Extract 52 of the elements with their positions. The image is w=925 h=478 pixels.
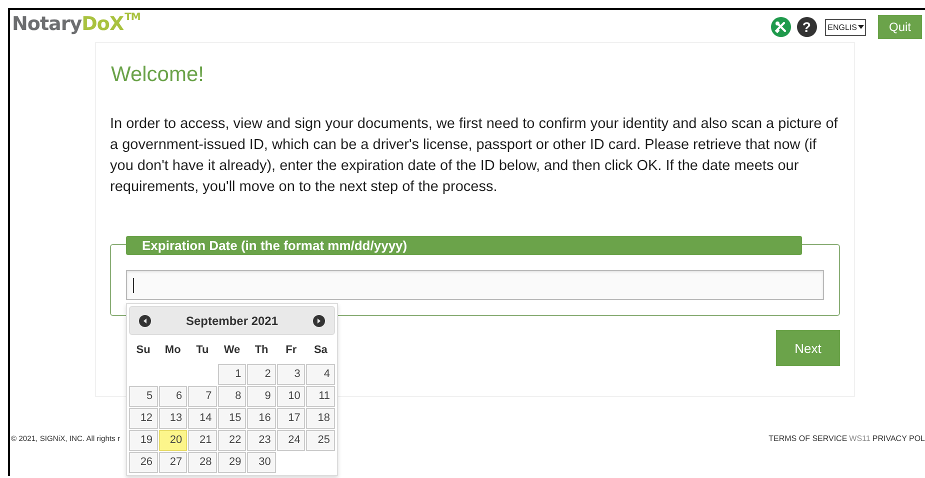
day-cell[interactable]: 21	[188, 430, 217, 451]
day-cell[interactable]: 2	[247, 364, 276, 385]
day-cell[interactable]: 1	[218, 364, 246, 385]
day-cell[interactable]: 19	[129, 430, 158, 451]
month-title: September 2021	[186, 314, 278, 328]
day-cell[interactable]: 5	[129, 386, 158, 407]
version-text: WS11	[849, 434, 870, 443]
day-cell[interactable]: 3	[276, 364, 306, 385]
field-legend: Expiration Date (in the format mm/dd/yyyy)	[126, 236, 802, 255]
weekday-label: Mo	[164, 343, 182, 358]
language-select[interactable]: ENGLIS	[824, 18, 866, 36]
next-month-icon[interactable]	[313, 314, 325, 326]
day-cell[interactable]: 25	[306, 430, 335, 451]
day-cell[interactable]: 30	[247, 452, 276, 473]
terms-link[interactable]: TERMS OF SERVICE	[768, 434, 848, 443]
day-cell[interactable]: 17	[276, 408, 306, 429]
weekday-label: Sa	[312, 343, 328, 358]
day-cell[interactable]: 27	[158, 452, 188, 473]
day-cell[interactable]: 28	[188, 452, 217, 473]
instructions-text: In order to access, view and sign your documents, we first need to confirm your identity and also scan a picture of a government-issued ID, which can be a driver's license, passport or other ID card. Please retrieve that now (if you don't have it already), enter the expiration date of the ID below, and then click OK. If the date meets our requirements, you'll move on to the next step of the process.	[110, 115, 839, 197]
privacy-link[interactable]: PRIVACY POL	[872, 434, 925, 443]
weekday-label: Th	[254, 343, 270, 358]
day-cell[interactable]: 20	[158, 430, 188, 451]
day-cell[interactable]: 11	[306, 386, 335, 407]
help-button[interactable]: ?	[796, 17, 817, 37]
day-cell[interactable]: 22	[218, 430, 246, 451]
day-cell[interactable]: 29	[218, 452, 246, 473]
tools-icon[interactable]	[770, 17, 791, 37]
day-cell[interactable]: 10	[276, 386, 306, 407]
day-cell[interactable]: 24	[276, 430, 306, 451]
day-cell[interactable]: 9	[247, 386, 276, 407]
weekday-label: Tu	[195, 343, 210, 358]
date-input-field[interactable]	[126, 270, 824, 300]
welcome-title: Welcome!	[111, 63, 205, 87]
weekday-label: We	[222, 343, 242, 358]
day-cell[interactable]: 13	[158, 408, 188, 429]
day-cell[interactable]: 7	[188, 386, 217, 407]
weekday-label: Fr	[284, 343, 298, 358]
day-cell[interactable]: 23	[247, 430, 276, 451]
day-cell[interactable]: 4	[306, 364, 335, 385]
day-cell[interactable]: 14	[188, 408, 217, 429]
day-cell[interactable]: 15	[218, 408, 246, 429]
day-cell[interactable]: 8	[218, 386, 246, 407]
day-cell[interactable]: 26	[129, 452, 158, 473]
logo: NotaryDoX$^{TM}$	[12, 12, 140, 36]
day-cell[interactable]: 18	[306, 408, 335, 429]
prev-month-icon[interactable]	[139, 314, 151, 326]
caret-icon	[858, 25, 864, 29]
weekday-label: Su	[135, 343, 152, 358]
day-cell[interactable]: 6	[158, 386, 188, 407]
day-cell[interactable]: 12	[129, 408, 158, 429]
day-cell[interactable]: 16	[247, 408, 276, 429]
